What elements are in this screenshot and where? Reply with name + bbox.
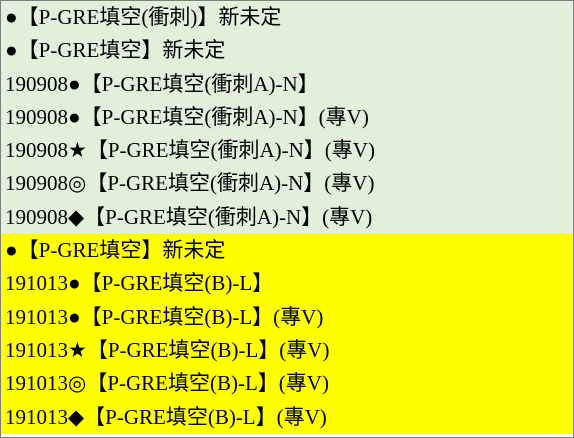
cell-row[interactable]: 190908●【P-GRE填空(衝刺A)-N】(專V) (1, 100, 573, 135)
cell-row[interactable]: 191013◆【P-GRE填空(B)-L】(專V) (1, 400, 573, 434)
spreadsheet-cell-list: ●【P-GRE填空(衝刺)】新未定 ●【P-GRE填空】新未定 190908●【… (0, 0, 574, 438)
cell-row[interactable]: 191013◎【P-GRE填空(B)-L】(專V) (1, 367, 573, 401)
cell-row[interactable]: 191013●【P-GRE填空(B)-L】 (1, 267, 573, 301)
cell-row[interactable]: 190908◎【P-GRE填空(衝刺A)-N】(專V) (1, 167, 573, 201)
cell-row[interactable]: ●【P-GRE填空(衝刺)】新未定 (1, 1, 573, 35)
cell-row[interactable]: 190908★【P-GRE填空(衝刺A)-N】(專V) (1, 134, 573, 168)
cell-row[interactable]: 190908◆【P-GRE填空(衝刺A)-N】(專V) (1, 200, 573, 235)
cell-row[interactable]: 191013●【P-GRE填空(B)-L】(專V) (1, 300, 573, 334)
cell-row[interactable]: 191013★【P-GRE填空(B)-L】(專V) (1, 333, 573, 368)
cell-row[interactable]: ●【P-GRE填空】新未定 (1, 34, 573, 68)
cell-row[interactable]: 190908●【P-GRE填空(衝刺A)-N】 (1, 67, 573, 101)
cell-row[interactable]: ●【P-GRE填空】新未定 (1, 234, 573, 268)
